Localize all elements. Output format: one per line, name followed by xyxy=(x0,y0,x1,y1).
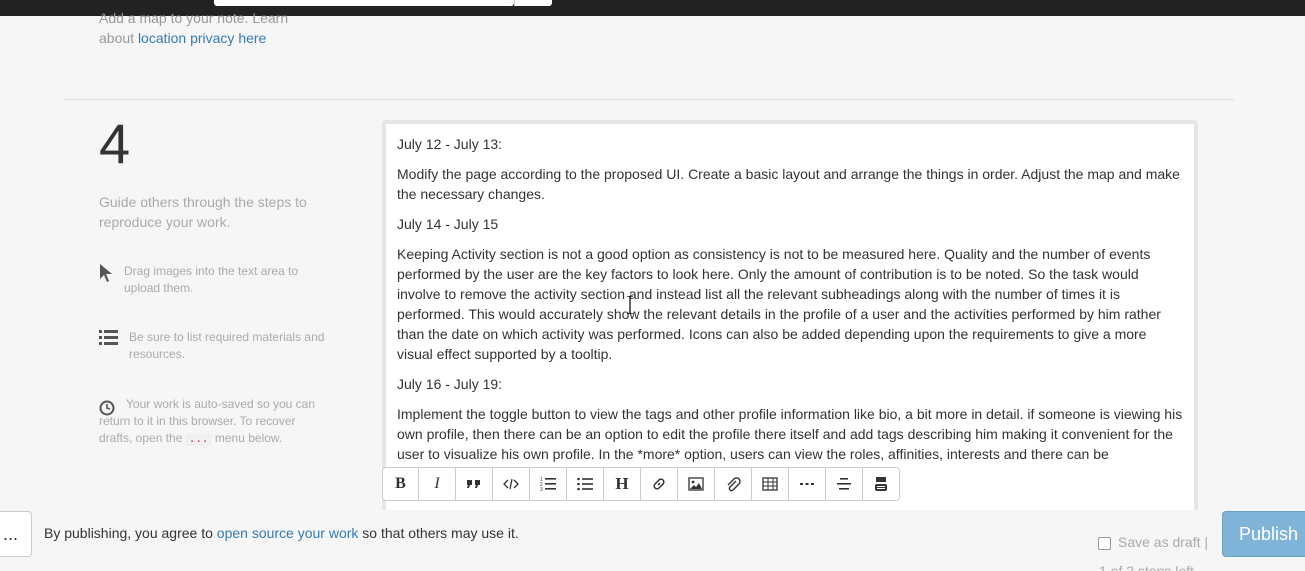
agree-prefix: By publishing, you agree to xyxy=(44,525,217,541)
publish-agreement: By publishing, you agree to open source … xyxy=(44,523,519,543)
step-editor[interactable]: July 12 - July 13: Modify the page accor… xyxy=(382,120,1198,510)
quote-button[interactable] xyxy=(455,467,493,501)
image-button[interactable] xyxy=(677,467,715,501)
step-description: Guide others through the steps to reprod… xyxy=(99,194,307,230)
image-icon xyxy=(688,477,704,491)
autosave-menu-code: ... xyxy=(185,434,212,446)
editor-paragraph: July 14 - July 15 xyxy=(397,216,499,232)
code-button[interactable] xyxy=(492,467,530,501)
editor-paragraph: July 16 - July 19: xyxy=(397,376,503,392)
italic-icon: I xyxy=(434,475,440,492)
tip-list-materials-text: Be sure to list required materials and r… xyxy=(129,330,325,361)
agree-suffix: so that others may use it. xyxy=(358,525,519,541)
tip-autosave: Your work is auto-saved so you can retur… xyxy=(99,396,324,449)
more-menu-button[interactable]: ... xyxy=(0,511,32,557)
step-divider xyxy=(64,99,1234,100)
editor-paragraph: Implement the toggle button to view the … xyxy=(397,406,1183,462)
cursor-icon xyxy=(99,263,113,288)
table-icon xyxy=(762,477,778,491)
unordered-list-button[interactable] xyxy=(566,467,604,501)
bold-button[interactable]: B xyxy=(382,467,419,501)
bold-icon: B xyxy=(395,475,406,492)
link-icon xyxy=(653,478,665,490)
tip-drag-images: Drag images into the text area to upload… xyxy=(99,263,329,297)
tip-list-materials: Be sure to list required materials and r… xyxy=(99,329,329,363)
step-number: 4 xyxy=(99,112,131,175)
editor-toolbar: B I 123 H xyxy=(382,467,900,501)
header-icon: H xyxy=(615,474,629,493)
ordered-list-button[interactable]: 123 xyxy=(529,467,567,501)
svg-text:3: 3 xyxy=(540,487,543,492)
quote-icon xyxy=(467,480,480,488)
location-privacy-link[interactable]: location privacy here xyxy=(138,30,266,46)
attachment-button[interactable] xyxy=(714,467,752,501)
search-input[interactable] xyxy=(214,0,514,6)
editor-paragraph: Modify the page according to the propose… xyxy=(397,166,1180,202)
steps-left-text: 1 of 2 steps left xyxy=(1099,563,1194,571)
center-align-button[interactable] xyxy=(825,467,863,501)
youtube-icon xyxy=(875,477,887,491)
save-draft-option[interactable]: Save as draft | xyxy=(1098,534,1208,550)
horizontal-rule-button[interactable] xyxy=(788,467,826,501)
save-draft-checkbox[interactable] xyxy=(1098,536,1111,550)
editor-paragraph: July 12 - July 13: xyxy=(397,136,503,152)
tip-drag-images-text: Drag images into the text area to upload… xyxy=(124,264,299,295)
ordered-list-icon: 123 xyxy=(540,477,556,492)
search-button[interactable] xyxy=(514,0,552,6)
link-button[interactable] xyxy=(640,467,678,501)
center-align-icon xyxy=(837,478,851,490)
table-button[interactable] xyxy=(751,467,789,501)
youtube-button[interactable] xyxy=(862,467,900,501)
attachment-icon xyxy=(727,477,741,492)
editor-paragraph: Keeping Activity section is not a good o… xyxy=(397,246,1161,362)
save-draft-label: Save as draft | xyxy=(1118,534,1209,550)
list-icon xyxy=(99,329,119,352)
editor-content[interactable]: July 12 - July 13: Modify the page accor… xyxy=(386,124,1194,484)
tip-autosave-suffix: menu below. xyxy=(211,431,283,445)
header-button[interactable]: H xyxy=(603,467,641,501)
previous-step-help: Add a map to your note. Learn about loca… xyxy=(99,8,309,48)
text-cursor-icon xyxy=(627,295,633,315)
code-icon xyxy=(503,478,519,490)
open-source-link[interactable]: open source your work xyxy=(217,525,359,541)
unordered-list-icon xyxy=(577,477,593,491)
publish-button[interactable]: Publish xyxy=(1222,511,1305,557)
italic-button[interactable]: I xyxy=(418,467,456,501)
horizontal-rule-icon xyxy=(800,483,814,485)
clock-icon xyxy=(99,400,115,421)
